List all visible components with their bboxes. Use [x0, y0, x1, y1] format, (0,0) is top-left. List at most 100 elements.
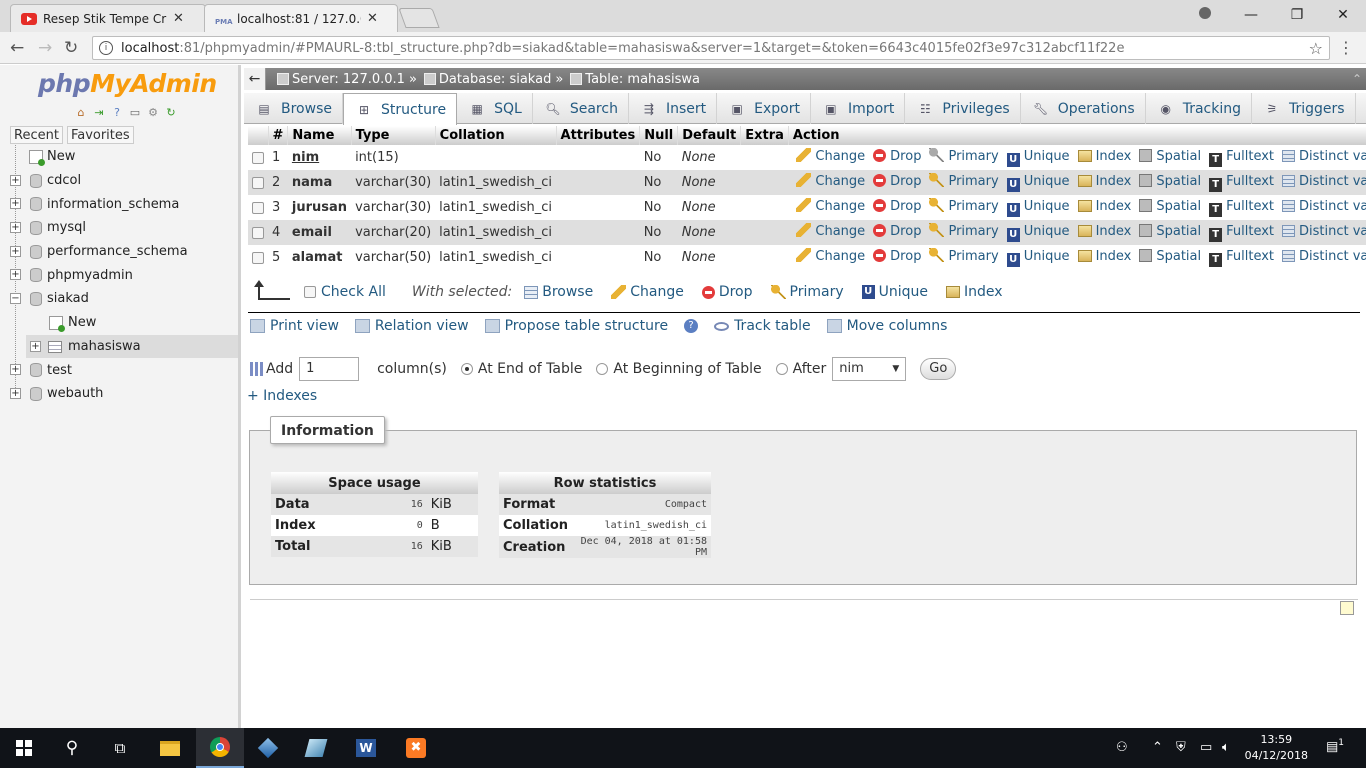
back-icon[interactable]: ←	[10, 38, 24, 58]
tree-db-information-schema[interactable]: + information_schema	[0, 192, 238, 216]
change-action[interactable]: Change	[792, 198, 869, 214]
tab-search[interactable]: 🔍︎ Search	[533, 93, 629, 124]
expand-icon[interactable]: +	[10, 364, 21, 376]
tab-tracking[interactable]: ◉ Tracking	[1146, 93, 1252, 124]
drop-action[interactable]: Drop	[869, 199, 925, 214]
relation-view-link[interactable]: Relation view	[354, 318, 469, 334]
fulltext-action[interactable]: T Fulltext	[1205, 199, 1278, 217]
tab-privileges[interactable]: ☷ Privileges	[905, 93, 1021, 124]
forward-icon[interactable]: →	[38, 38, 52, 58]
radio-after[interactable]: After	[775, 361, 826, 377]
fulltext-action[interactable]: T Fulltext	[1205, 224, 1278, 242]
tab-triggers[interactable]: ⚞ Triggers	[1252, 93, 1356, 124]
chrome-icon[interactable]	[196, 728, 244, 768]
expand-icon[interactable]: +	[10, 174, 21, 186]
change-action[interactable]: Change	[792, 148, 869, 164]
virtualbox-icon[interactable]	[244, 728, 292, 768]
distinct-values-action[interactable]: Distinct values	[1278, 199, 1366, 214]
spatial-action[interactable]: Spatial	[1135, 199, 1205, 214]
file-explorer-icon[interactable]	[146, 728, 194, 768]
drop-action[interactable]: Drop	[869, 249, 925, 264]
tree-table-mahasiswa[interactable]: + mahasiswa	[26, 334, 238, 359]
phpmyadmin-logo[interactable]: phpMyAdmin	[38, 69, 217, 98]
bulk-primary-button[interactable]: Primary	[767, 284, 844, 300]
word-icon[interactable]: W	[342, 728, 390, 768]
settings-icon[interactable]: ⚙	[146, 106, 160, 120]
primary-action[interactable]: Primary	[925, 173, 1002, 189]
change-action[interactable]: Change	[792, 223, 869, 239]
close-tab-icon[interactable]: ✕	[367, 11, 378, 26]
index-action[interactable]: Index	[1074, 199, 1136, 214]
restore-icon[interactable]: ❐	[1274, 7, 1320, 23]
tree-db-mysql[interactable]: + mysql	[0, 216, 238, 240]
indexes-toggle-link[interactable]: + Indexes	[247, 388, 317, 404]
radio-end-of-table[interactable]: At End of Table	[460, 361, 582, 377]
primary-action[interactable]: Primary	[925, 198, 1002, 214]
new-tab-button[interactable]	[398, 8, 440, 28]
distinct-values-action[interactable]: Distinct values	[1278, 149, 1366, 164]
unique-action[interactable]: U Unique	[1003, 224, 1074, 242]
drop-action[interactable]: Drop	[869, 224, 925, 239]
docs-icon[interactable]: ▭	[128, 106, 142, 120]
distinct-values-action[interactable]: Distinct values	[1278, 249, 1366, 264]
radio-button[interactable]	[775, 363, 788, 375]
refresh-icon[interactable]: ↻	[164, 106, 178, 120]
favorites-tab[interactable]: Favorites	[66, 126, 134, 144]
row-checkbox[interactable]	[252, 251, 264, 264]
tree-db-test[interactable]: + test	[0, 358, 238, 382]
expand-icon[interactable]: +	[10, 245, 21, 257]
index-action[interactable]: Index	[1074, 249, 1136, 264]
browser-tab-phpmyadmin[interactable]: PMA localhost:81 / 127.0.0.1 / ✕	[204, 4, 398, 32]
expand-icon[interactable]: +	[10, 269, 21, 281]
clock[interactable]: 13:59 04/12/2018	[1245, 732, 1308, 764]
browser-menu-icon[interactable]: ⋮	[1338, 38, 1354, 57]
expand-icon[interactable]: +	[30, 340, 41, 352]
task-view-icon[interactable]: ⧉	[96, 728, 144, 768]
tree-new-database[interactable]: New	[0, 145, 238, 169]
check-all-checkbox[interactable]	[304, 286, 316, 298]
unique-action[interactable]: U Unique	[1003, 149, 1074, 167]
spatial-action[interactable]: Spatial	[1135, 149, 1205, 164]
logout-icon[interactable]: ⇥	[92, 106, 106, 120]
bulk-browse-button[interactable]: Browse	[520, 284, 593, 300]
row-checkbox[interactable]	[252, 151, 264, 164]
collapse-icon[interactable]: ⌃	[1352, 72, 1362, 86]
primary-action[interactable]: Primary	[925, 248, 1002, 264]
network-icon[interactable]: ▭	[1200, 740, 1212, 755]
home-icon[interactable]: ⌂	[74, 106, 88, 120]
info-icon[interactable]: i	[99, 41, 113, 55]
url-field[interactable]: i localhost:81/phpmyadmin/#PMAURL-8:tbl_…	[92, 36, 1330, 60]
propose-structure-link[interactable]: Propose table structure	[484, 318, 668, 334]
after-column-select[interactable]: nim	[832, 357, 907, 381]
tree-db-siakad[interactable]: − siakad	[0, 287, 238, 311]
expand-icon[interactable]: +	[10, 222, 21, 234]
bulk-drop-button[interactable]: Drop	[698, 284, 753, 300]
breadcrumb-server[interactable]: Server: 127.0.0.1	[292, 72, 405, 87]
fulltext-action[interactable]: T Fulltext	[1205, 249, 1278, 267]
collapse-icon[interactable]: −	[10, 293, 21, 305]
profile-icon[interactable]	[1182, 7, 1228, 23]
column-count-input[interactable]: 1	[299, 357, 360, 381]
expand-icon[interactable]: +	[10, 387, 21, 399]
volume-icon[interactable]: 🔈︎	[1222, 740, 1230, 755]
tree-db-webauth[interactable]: + webauth	[0, 382, 238, 406]
fulltext-action[interactable]: T Fulltext	[1205, 149, 1278, 167]
row-checkbox[interactable]	[252, 201, 264, 214]
drop-action[interactable]: Drop	[869, 149, 925, 164]
tree-db-cdcol[interactable]: + cdcol	[0, 169, 238, 193]
tree-db-performance-schema[interactable]: + performance_schema	[0, 240, 238, 264]
tab-import[interactable]: ▣ Import	[811, 93, 906, 124]
fulltext-action[interactable]: T Fulltext	[1205, 174, 1278, 192]
tab-operations[interactable]: 🔧︎ Operations	[1021, 93, 1146, 124]
bulk-index-button[interactable]: Index	[942, 284, 1003, 300]
bulk-change-button[interactable]: Change	[607, 284, 684, 300]
tab-structure[interactable]: ⊞ Structure	[342, 93, 458, 125]
xampp-icon[interactable]: ✖	[392, 728, 440, 768]
reload-icon[interactable]: ↻	[64, 38, 78, 58]
console-icon[interactable]	[1340, 601, 1354, 615]
tree-new-table[interactable]: New	[0, 311, 238, 335]
people-icon[interactable]: ⚇	[1116, 740, 1128, 755]
minimize-icon[interactable]: —	[1228, 7, 1274, 23]
arrow-left-icon[interactable]: ←	[244, 68, 266, 90]
unique-action[interactable]: U Unique	[1003, 174, 1074, 192]
